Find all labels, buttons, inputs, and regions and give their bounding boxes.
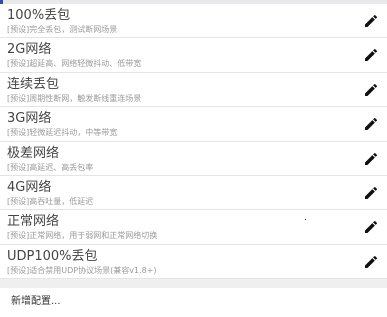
profile-item-4g[interactable]: 4G网络 [预设]高吞吐量，低延迟 [0, 175, 387, 211]
pencil-icon [365, 14, 378, 27]
edit-button[interactable] [361, 149, 381, 169]
edit-button[interactable] [361, 80, 381, 100]
profile-item-normal[interactable]: 正常网络 [预设]正常网络，用于弱网和正常网络切换 [0, 210, 387, 245]
section-divider [0, 280, 387, 288]
profile-title: 2G网络 [7, 42, 52, 58]
profile-description: [预设]轻微延迟抖动，中等带宽 [7, 128, 118, 138]
profile-title: 4G网络 [7, 179, 52, 195]
pencil-icon [365, 221, 378, 234]
profile-title: UDP100%丢包 [7, 248, 98, 264]
profile-description: [预设]正常网络，用于弱网和正常网络切换 [7, 231, 158, 241]
profile-item-3g[interactable]: 3G网络 [预设]轻微延迟抖动，中等带宽 [0, 107, 387, 142]
edit-button[interactable] [361, 183, 381, 203]
profile-description: [预设]超延高、网络轻微抖动、低带宽 [7, 59, 142, 69]
profile-item-continuous-loss[interactable]: 连续丢包 [预设]周期性断网，触发断线重连场景 [0, 72, 387, 108]
pencil-icon [365, 152, 378, 165]
profile-description: [预设]周期性断网，触发断线重连场景 [7, 93, 142, 103]
edit-button[interactable] [361, 217, 381, 237]
stray-pixel [305, 219, 306, 220]
edit-button[interactable] [361, 11, 381, 31]
edit-button[interactable] [361, 45, 381, 65]
profile-description: [预设]高延迟、高丢包率 [7, 162, 94, 172]
profile-description: [预设]适合禁用UDP协议场景(兼容v1.8+) [7, 265, 157, 275]
profile-item-2g[interactable]: 2G网络 [预设]超延高、网络轻微抖动、低带宽 [0, 38, 387, 73]
edit-button[interactable] [361, 252, 381, 272]
pencil-icon [365, 118, 378, 131]
profile-title: 连续丢包 [7, 76, 60, 92]
pencil-icon [365, 186, 378, 199]
profile-title: 100%丢包 [7, 8, 71, 23]
pencil-icon [365, 83, 378, 96]
add-config-label: 新增配置... [11, 296, 61, 307]
profile-description: [预设]高吞吐量，低延迟 [7, 196, 94, 206]
profile-title: 极差网络 [7, 145, 60, 161]
add-config-button[interactable]: 新增配置... [0, 288, 387, 317]
edit-button[interactable] [361, 114, 381, 134]
profile-item-100-loss[interactable]: 100%丢包 [预设]完全丢包，测试断网场景 [0, 4, 387, 39]
profile-title: 3G网络 [7, 111, 52, 127]
pencil-icon [365, 255, 378, 268]
profile-item-udp-loss[interactable]: UDP100%丢包 [预设]适合禁用UDP协议场景(兼容v1.8+) [0, 244, 387, 280]
profile-list: 100%丢包 [预设]完全丢包，测试断网场景 2G网络 [预设]超延高、网络轻微… [0, 4, 387, 280]
profile-description: [预设]完全丢包，测试断网场景 [7, 25, 118, 34]
profile-title: 正常网络 [7, 214, 60, 230]
pencil-icon [365, 49, 378, 62]
profile-item-very-poor[interactable]: 极差网络 [预设]高延迟、高丢包率 [0, 141, 387, 176]
